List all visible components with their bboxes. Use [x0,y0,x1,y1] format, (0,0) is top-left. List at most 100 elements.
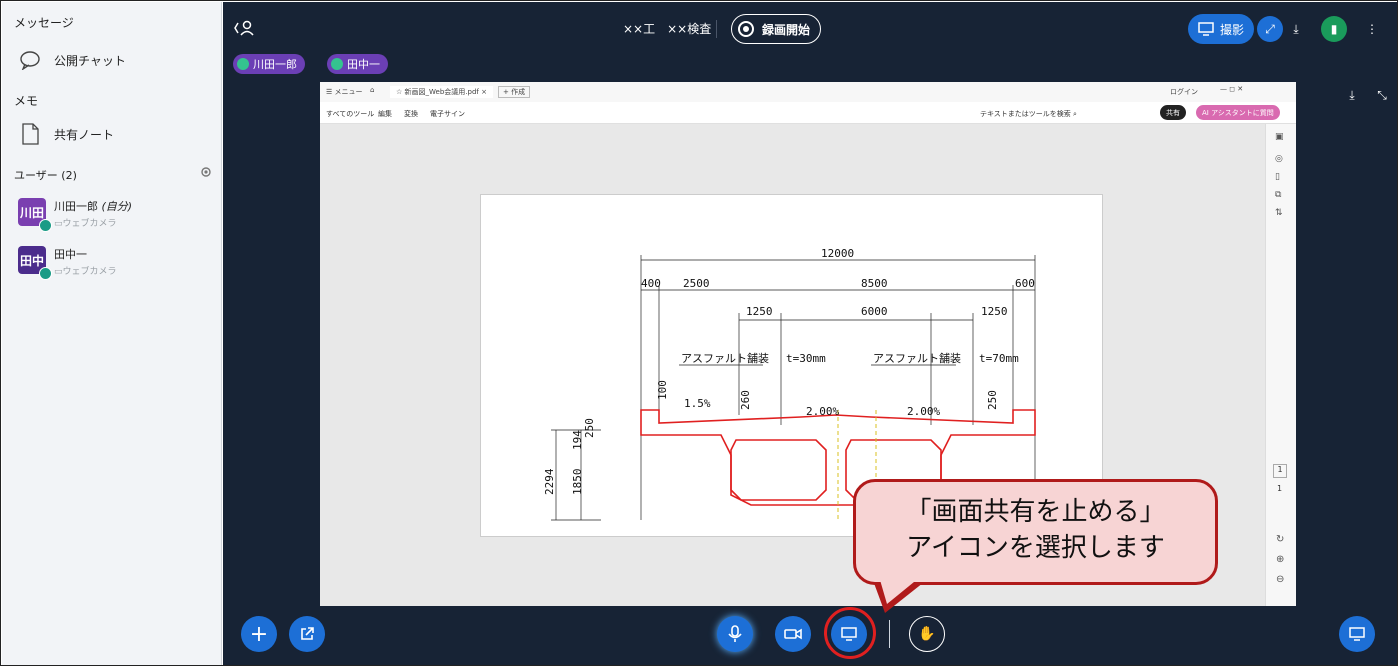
mic-icon [237,58,249,70]
gear-icon[interactable] [199,164,213,178]
pavement-left-label: アスファルト舗装 [681,351,769,365]
record-icon [738,21,754,37]
height-2294: 2294 [543,468,556,495]
public-chat-item[interactable]: 公開チャット [18,48,126,72]
pdf-toolbar: すべてのツール 編集 変換 電子サイン テキストまたはツールを検索 ⌕ 共有 A… [320,102,1296,124]
hand-icon: ✋ [918,626,936,642]
meeting-title: ××工 ××検査 [623,22,712,36]
capture-label: 撮影 [1220,22,1245,37]
page-number[interactable]: 1 [1273,464,1287,478]
divider [716,20,717,38]
presentation-button[interactable] [1339,616,1375,652]
start-recording-button[interactable]: 録画開始 [731,14,822,44]
copy-icon[interactable]: ⧉ [1275,190,1281,200]
talking-indicator: 川田一郎 [233,54,305,74]
pdf-right-toolbar: ▣ ◎ ▯ ⧉ ⇅ 1 1 ↻ ⊕ ⊖ [1265,124,1296,606]
zoom-out-icon[interactable]: ⊖ [1276,574,1284,585]
highlight-ring [824,607,876,659]
document-icon [18,122,42,146]
connection-status-icon[interactable]: ▮ [1321,16,1347,42]
download-icon[interactable]: ⤓ [1339,82,1365,108]
height-250-left: 250 [583,418,596,438]
avatar: 川田 [18,198,52,232]
menu-button[interactable]: ☰ メニュー [326,87,363,97]
slope-left: 1.5% [684,397,711,410]
mute-button[interactable] [717,616,753,652]
dim-6000: 6000 [861,305,888,318]
zoom-in-icon[interactable]: ⊕ [1276,554,1284,565]
height-100: 100 [656,380,669,400]
fullscreen-icon[interactable]: ⤢ [1257,16,1283,42]
callout-tail-fill [878,573,925,604]
user-panel-toggle-icon[interactable] [233,20,254,36]
user-row[interactable]: 川田 川田一郎 (自分) ▭ウェブカメラ [18,198,133,232]
talker-name: 川田一郎 [253,58,297,71]
record-label: 録画開始 [762,22,811,37]
external-link-button[interactable] [289,616,325,652]
sidebar: メッセージ 公開チャット メモ 共有ノート ユーザー (2) 川田 川田一郎 (… [2,2,222,665]
tool-esign[interactable]: 電子サイン [430,109,465,119]
shared-notes-label: 共有ノート [54,127,115,142]
mic-icon [331,58,343,70]
tool-search[interactable]: テキストまたはツールを検索 ⌕ [980,109,1077,119]
instruction-callout: 「画面共有を止める」 アイコンを選択します [853,479,1218,585]
tool-all[interactable]: すべてのツール [326,109,374,119]
pavement-right-thickness: t=70mm [979,352,1019,365]
height-250-right: 250 [986,390,999,410]
camera-icon: ▭ [54,219,63,229]
pdf-tab[interactable]: ☆ 新画図_Web会議用.pdf × [390,86,493,98]
user-sub: ウェブカメラ [62,219,117,229]
user-name: 川田一郎 [54,200,98,213]
organize-icon[interactable]: ⇅ [1275,208,1283,218]
height-194: 194 [571,430,584,450]
dim-total: 12000 [821,247,854,260]
app-window: メッセージ 公開チャット メモ 共有ノート ユーザー (2) 川田 川田一郎 (… [0,0,1398,666]
download-icon[interactable]: ⤓ [1283,16,1309,42]
memo-heading: メモ [14,94,39,108]
dim-1250-right: 1250 [981,305,1008,318]
monitor-icon [1198,22,1214,36]
tool-convert[interactable]: 変換 [404,109,418,119]
camera-button[interactable] [775,616,811,652]
height-1850: 1850 [571,469,584,496]
user-row[interactable]: 田中 田中一 ▭ウェブカメラ [18,246,117,280]
avatar: 田中 [18,246,52,280]
capture-button[interactable]: 撮影 [1188,14,1255,44]
self-tag: (自分) [101,200,133,213]
mic-icon [39,267,52,280]
divider [889,620,890,648]
avatar-text: 川田 [19,205,44,220]
callout-line-1: 「画面共有を止める」 [905,497,1166,527]
share-button[interactable]: 共有 [1160,105,1186,120]
add-button[interactable]: + [241,616,277,652]
page-total: 1 [1277,484,1283,493]
video-camera-icon [784,628,802,640]
dim-400: 400 [641,277,661,290]
raise-hand-button[interactable]: ✋ [909,616,945,652]
users-heading: ユーザー (2) [14,169,77,182]
window-controls[interactable]: — ◻ ✕ [1220,85,1243,93]
page-icon[interactable]: ▯ [1275,172,1280,182]
refresh-icon[interactable]: ↻ [1276,534,1284,545]
shared-notes-item[interactable]: 共有ノート [18,122,114,146]
comment-icon[interactable]: ▣ [1275,132,1284,142]
ai-assistant-button[interactable]: AI アシスタントに質問 [1196,105,1280,120]
talker-name: 田中一 [347,58,380,71]
callout-line-2: アイコンを選択します [906,533,1165,563]
dim-2500: 2500 [683,277,710,290]
new-tab-button[interactable]: + 作成 [498,86,531,98]
link-icon[interactable]: ◎ [1275,154,1283,164]
talking-indicator: 田中一 [327,54,388,74]
monitor-icon [1349,627,1365,641]
tool-edit[interactable]: 編集 [378,109,392,119]
pdf-tabbar: ☰ メニュー ⌂ ☆ 新画図_Web会議用.pdf × + 作成 ログイン — … [320,82,1296,102]
meeting-area: ××工 ××検査 録画開始 川田一郎 田中一 撮影 ⤢ ⤓ ▮ ⋮ ⤓ ⤡ ☰ … [223,2,1397,665]
login-button[interactable]: ログイン [1170,87,1198,97]
slope-mid-left: 2.00% [806,405,839,418]
dim-1250-left: 1250 [746,305,773,318]
exit-fullscreen-icon[interactable]: ⤡ [1369,82,1395,108]
plus-icon: + [249,621,269,647]
home-icon[interactable]: ⌂ [370,86,374,94]
user-sub: ウェブカメラ [62,267,117,277]
more-options-icon[interactable]: ⋮ [1359,16,1385,42]
